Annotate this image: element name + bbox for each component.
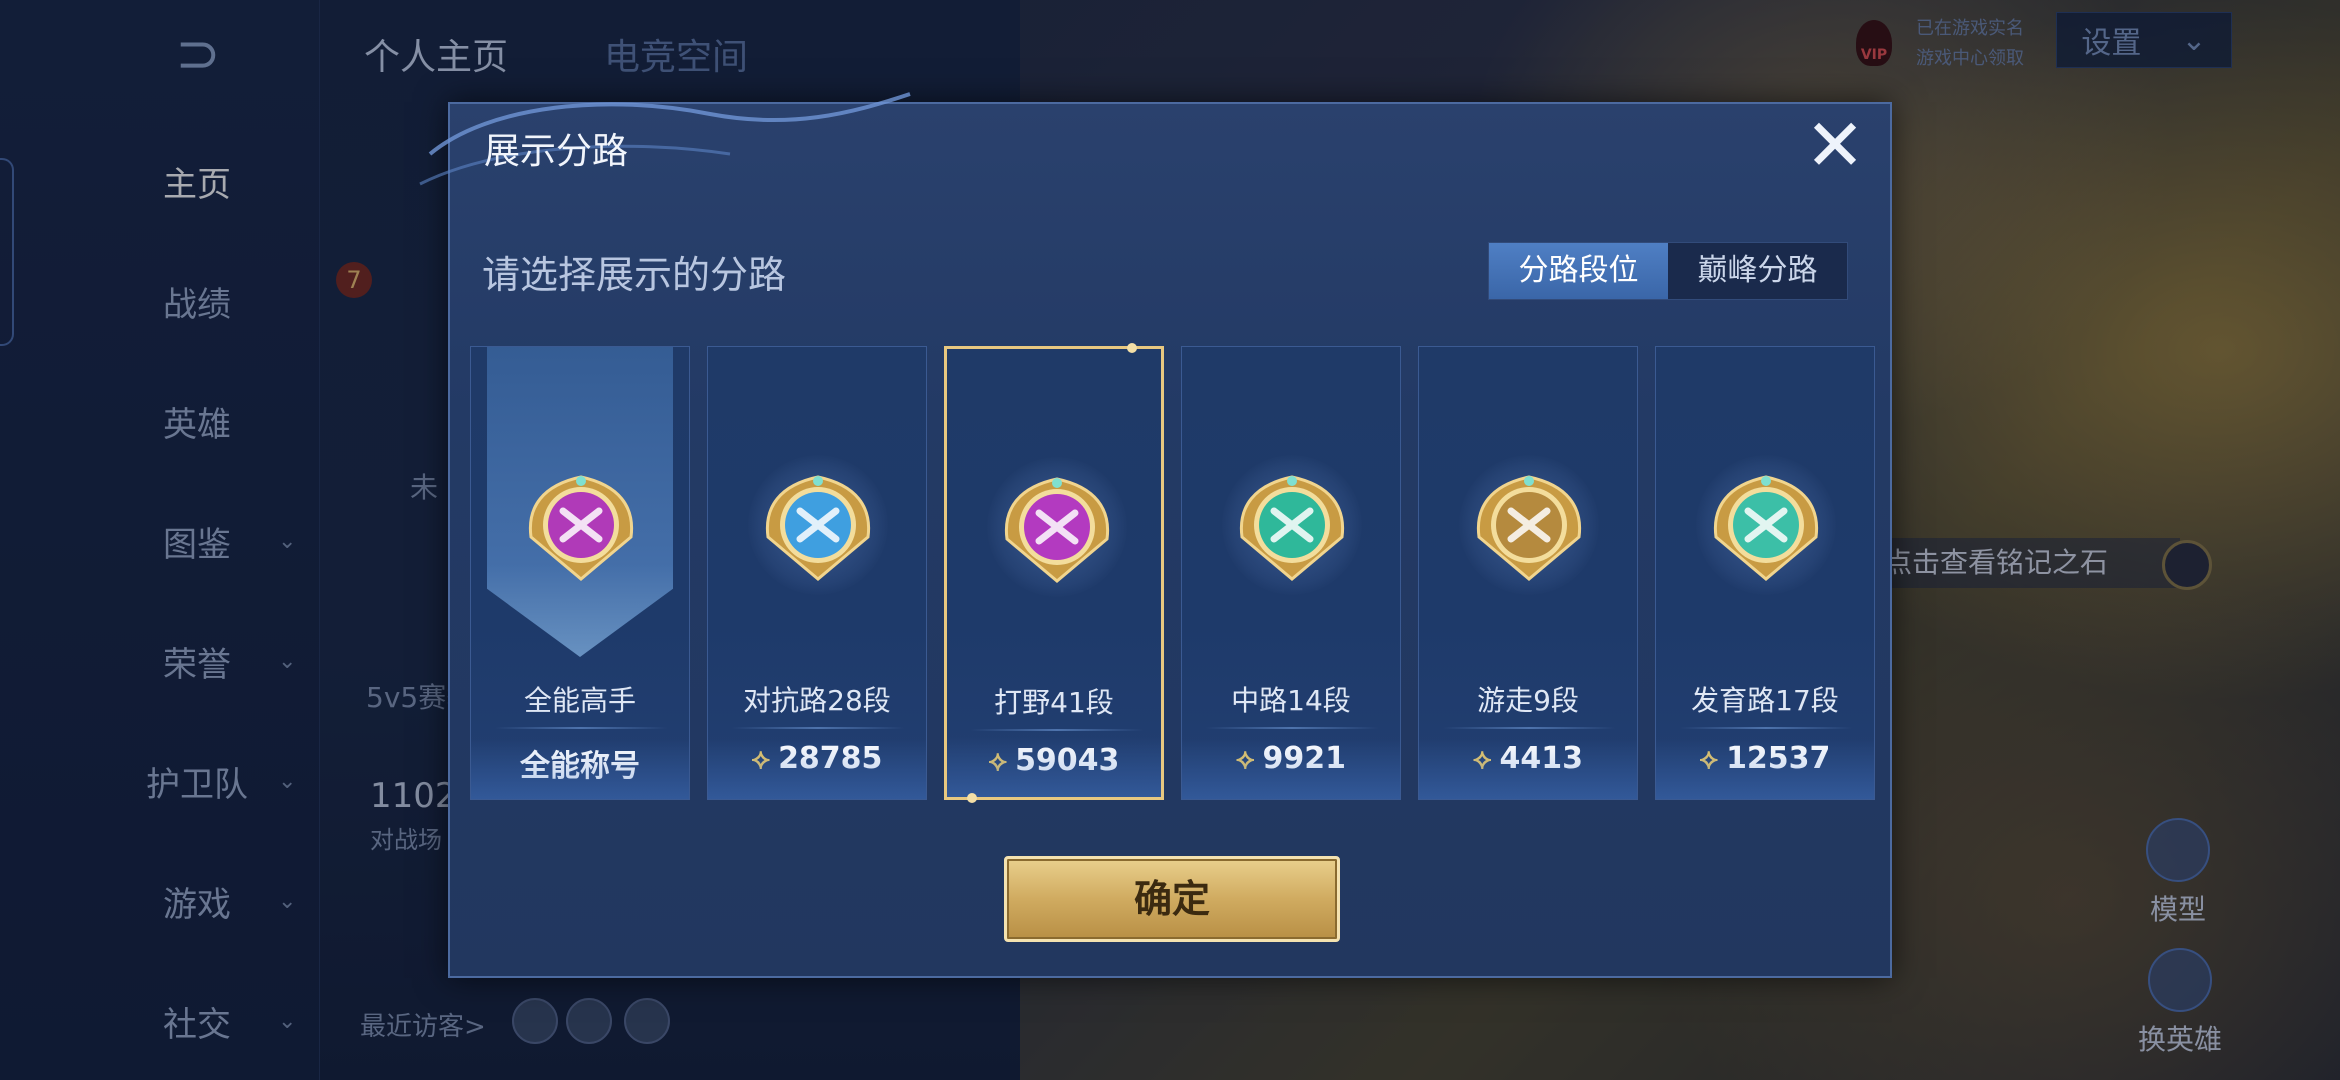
- card-bottom-glow: [1182, 739, 1400, 799]
- lane-card[interactable]: 游走9段⟡4413: [1418, 346, 1638, 800]
- card-divider: [971, 729, 1143, 731]
- lane-rank-label: 对抗路28段: [743, 684, 891, 717]
- card-divider: [1680, 727, 1852, 729]
- confirm-button[interactable]: 确定: [1004, 856, 1340, 942]
- lane-card[interactable]: 打野41段⟡59043: [944, 343, 1164, 803]
- lane-type-switch: 分路段位 巅峰分路: [1488, 242, 1848, 300]
- card-bottom-glow: [1656, 739, 1874, 799]
- lane-rank-label: 游走9段: [1477, 684, 1579, 717]
- lane-rank-label: 发育路17段: [1691, 684, 1839, 717]
- farm-lane-icon: [1713, 475, 1819, 581]
- modal-subtitle: 请选择展示的分路: [482, 253, 787, 297]
- card-bottom-glow: [947, 737, 1161, 797]
- close-icon[interactable]: ✕: [1804, 109, 1866, 181]
- lane-rank-label: 中路14段: [1231, 684, 1351, 717]
- lane-rank-label: 打野41段: [994, 686, 1114, 719]
- tab-lane-rank[interactable]: 分路段位: [1489, 243, 1668, 299]
- lane-card[interactable]: 对抗路28段⟡28785: [707, 346, 927, 800]
- all-round-icon: [528, 475, 634, 581]
- lane-card-list: 全能高手全能称号对抗路28段⟡28785打野41段⟡59043中路14段⟡992…: [470, 343, 1880, 803]
- lane-display-modal: 展示分路 ✕ 请选择展示的分路 分路段位 巅峰分路 全能高手全能称号对抗路28段…: [419, 92, 1892, 978]
- mid-lane-icon: [1239, 475, 1345, 581]
- card-bottom-glow: [708, 739, 926, 799]
- card-divider: [495, 727, 667, 729]
- lane-card[interactable]: 发育路17段⟡12537: [1655, 346, 1875, 800]
- card-divider: [1443, 727, 1615, 729]
- card-divider: [1206, 727, 1378, 729]
- card-bottom-glow: [1419, 739, 1637, 799]
- lane-rank-label: 全能高手: [523, 684, 636, 717]
- modal-title: 展示分路: [484, 131, 629, 172]
- roam-icon: [1476, 475, 1582, 581]
- selection-corner-dot: [967, 793, 977, 803]
- selection-corner-dot: [1127, 343, 1137, 353]
- jungle-icon: [1004, 477, 1110, 583]
- tab-peak-lane[interactable]: 巅峰分路: [1668, 243, 1847, 299]
- lane-card[interactable]: 全能高手全能称号: [470, 346, 690, 800]
- clash-lane-icon: [765, 475, 871, 581]
- card-divider: [732, 727, 904, 729]
- card-bottom-glow: [471, 739, 689, 799]
- lane-card[interactable]: 中路14段⟡9921: [1181, 346, 1401, 800]
